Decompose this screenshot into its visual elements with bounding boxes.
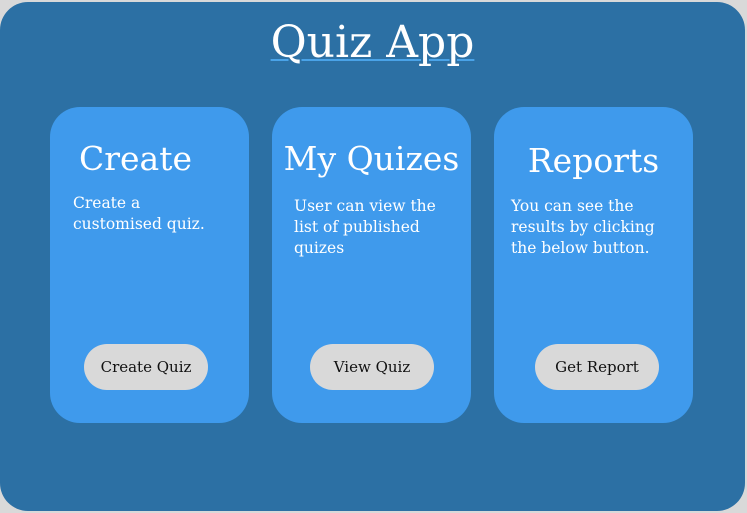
card-title-create: Create [78,139,193,178]
get-report-button[interactable]: Get Report [535,344,659,390]
view-quiz-button[interactable]: View Quiz [310,344,434,390]
card-reports: Reports You can see the results by click… [494,107,693,423]
card-title-my-quizes: My Quizes [283,139,460,178]
card-description-reports: You can see the results by clicking the … [511,197,655,257]
card-description-create: Create a customised quiz. [73,194,205,233]
app-title-text: Quiz App [270,17,475,68]
card-my-quizes: My Quizes User can view the list of publ… [272,107,471,423]
app-panel: Quiz App Create Create a customised quiz… [0,2,745,511]
create-quiz-button[interactable]: Create Quiz [84,344,208,390]
card-create: Create Create a customised quiz. Create … [50,107,249,423]
page-title: Quiz App [0,17,745,69]
card-description-my-quizes: User can view the list of published quiz… [294,197,436,257]
card-title-reports: Reports [527,141,660,180]
